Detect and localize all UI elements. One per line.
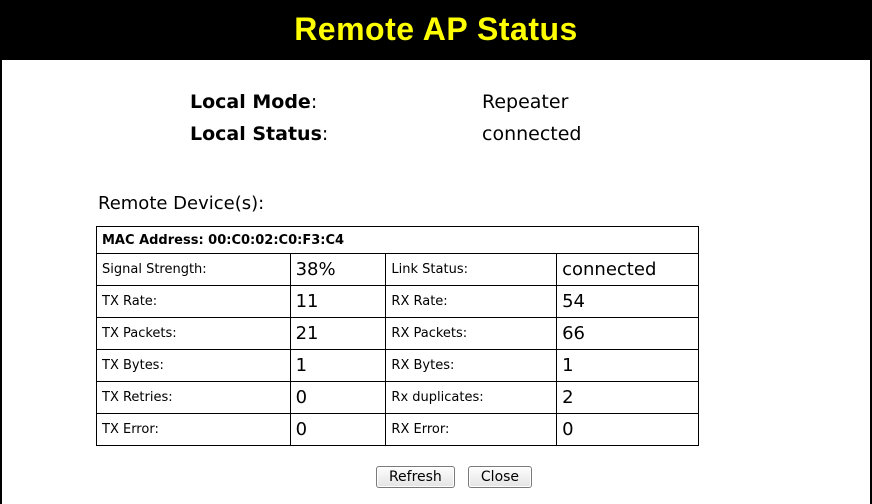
tx-error-value: 0 [289, 413, 387, 446]
rx-packets-value: 66 [556, 317, 699, 350]
remote-device-table: MAC Address: 00:C0:02:C0:F3:C4 Signal St… [96, 226, 699, 446]
signal-strength-label: Signal Strength: [96, 253, 291, 286]
rx-rate-label: RX Rate: [385, 285, 558, 318]
tx-packets-value: 21 [289, 317, 387, 350]
local-mode-row: Local Mode: Repeater [2, 91, 870, 117]
local-mode-value: Repeater [482, 91, 569, 113]
rx-duplicates-label: Rx duplicates: [385, 381, 558, 414]
table-row: TX Bytes: 1 RX Bytes: 1 [96, 349, 699, 382]
remote-devices-heading: Remote Device(s): [98, 193, 265, 214]
signal-strength-value: 38% [289, 253, 387, 286]
local-status-label: Local Status: [190, 123, 329, 145]
button-bar: Refresh Close [2, 466, 870, 488]
tx-rate-value: 11 [289, 285, 387, 318]
local-status-row: Local Status: connected [2, 123, 870, 149]
page-title: Remote AP Status [294, 11, 578, 47]
tx-retries-value: 0 [289, 381, 387, 414]
rx-error-label: RX Error: [385, 413, 558, 446]
tx-error-label: TX Error: [96, 413, 291, 446]
table-row: TX Error: 0 RX Error: 0 [96, 413, 699, 446]
rx-packets-label: RX Packets: [385, 317, 558, 350]
rx-rate-value: 54 [556, 285, 699, 318]
table-row: TX Retries: 0 Rx duplicates: 2 [96, 381, 699, 414]
mac-address-row: MAC Address: 00:C0:02:C0:F3:C4 [96, 226, 699, 254]
rx-bytes-value: 1 [556, 349, 699, 382]
rx-duplicates-value: 2 [556, 381, 699, 414]
tx-bytes-label: TX Bytes: [96, 349, 291, 382]
link-status-value: connected [556, 253, 699, 286]
tx-rate-label: TX Rate: [96, 285, 291, 318]
local-status-value: connected [482, 123, 582, 145]
tx-packets-label: TX Packets: [96, 317, 291, 350]
title-bar: Remote AP Status [2, 0, 870, 60]
link-status-label: Link Status: [385, 253, 558, 286]
window-frame: Remote AP Status Local Mode: Repeater Lo… [0, 0, 872, 504]
rx-error-value: 0 [556, 413, 699, 446]
local-mode-label: Local Mode: [190, 91, 318, 113]
table-row: Signal Strength: 38% Link Status: connec… [96, 253, 699, 286]
refresh-button[interactable]: Refresh [375, 466, 455, 488]
tx-retries-label: TX Retries: [96, 381, 291, 414]
rx-bytes-label: RX Bytes: [385, 349, 558, 382]
tx-bytes-value: 1 [289, 349, 387, 382]
mac-address: MAC Address: 00:C0:02:C0:F3:C4 [96, 226, 699, 254]
close-button[interactable]: Close [467, 466, 533, 488]
table-row: TX Rate: 11 RX Rate: 54 [96, 285, 699, 318]
table-row: TX Packets: 21 RX Packets: 66 [96, 317, 699, 350]
